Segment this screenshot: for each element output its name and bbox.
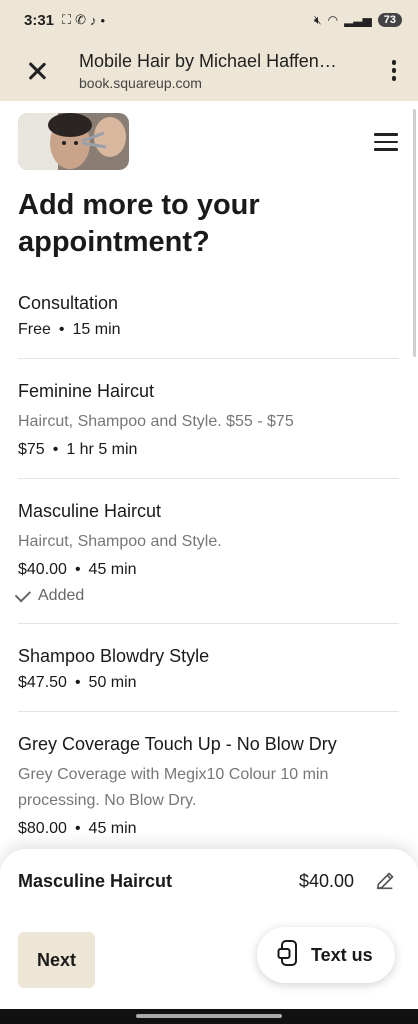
- text-us-button[interactable]: Text us: [257, 927, 395, 983]
- battery-icon: 73: [377, 13, 402, 27]
- service-name: Grey Coverage Touch Up - No Blow Dry: [18, 734, 337, 754]
- page-heading: Add more to your appointment?: [18, 189, 260, 258]
- service-description: Haircut, Shampoo and Style. $55 - $75: [18, 413, 294, 430]
- service-duration: 1 hr 5 min: [66, 441, 138, 458]
- service-meta: $75 • 1 hr 5 min: [18, 441, 138, 458]
- system-nav-bar: [0, 1009, 418, 1024]
- service-item-masculine-haircut[interactable]: Masculine Haircut Haircut, Shampoo and S…: [14, 499, 399, 624]
- close-icon[interactable]: [26, 60, 48, 82]
- text-us-label: Text us: [311, 944, 373, 965]
- more-menu-icon[interactable]: [384, 60, 404, 81]
- site-header: [0, 101, 418, 173]
- service-price: $47.50: [18, 674, 67, 691]
- business-logo[interactable]: [18, 112, 129, 170]
- service-duration: 45 min: [88, 820, 137, 837]
- service-price: Free: [18, 321, 51, 338]
- whatsapp-icon: ✆: [75, 12, 87, 27]
- screenshot-icon: ⛶: [62, 12, 72, 27]
- service-list: Consultation Free • 15 min Feminine Haircu…: [0, 291, 418, 858]
- next-button[interactable]: Next: [18, 932, 95, 988]
- page-title: Mobile Hair by Michael Haffen…: [79, 50, 337, 71]
- service-duration: 50 min: [88, 674, 137, 691]
- service-price: $75: [18, 441, 45, 458]
- service-name: Shampoo Blowdry Style: [18, 646, 210, 666]
- service-price: $80.00: [18, 820, 67, 837]
- service-duration: 45 min: [88, 561, 137, 578]
- selected-service-name: Masculine Haircut: [18, 870, 173, 891]
- service-item-shampoo-blowdry[interactable]: Shampoo Blowdry Style $47.50 • 50 min: [18, 644, 399, 712]
- signal-icon: ▂▃▅: [344, 13, 372, 27]
- added-indicator: Added: [14, 585, 399, 605]
- home-gesture-handle[interactable]: [136, 1014, 282, 1018]
- more-notifications-icon: •: [100, 12, 106, 28]
- url-bar: Mobile Hair by Michael Haffen… book.squa…: [0, 40, 418, 101]
- selection-sheet: Masculine Haircut $40.00 Next Text us: [0, 849, 418, 1009]
- url-info[interactable]: Mobile Hair by Michael Haffen… book.squa…: [79, 51, 384, 91]
- tiktok-icon: ♪: [90, 12, 97, 28]
- check-icon: [14, 585, 32, 603]
- chat-icon: [277, 939, 301, 972]
- browser-chrome: 3:31 ⛶ ✆ ♪ • 🔇︎ ◠ ▂▃▅ 73 Mobile Hair by …: [0, 0, 418, 101]
- edit-icon[interactable]: [374, 870, 396, 892]
- service-description: Grey Coverage with Megix10 Colour 10 min…: [18, 766, 329, 809]
- service-meta: $80.00 • 45 min: [18, 820, 137, 837]
- status-time: 3:31: [24, 11, 55, 29]
- mute-icon: 🔇︎: [314, 12, 322, 27]
- service-meta: $40.00 • 45 min: [18, 561, 137, 578]
- selected-service-price: $40.00: [298, 870, 354, 891]
- status-bar: 3:31 ⛶ ✆ ♪ • 🔇︎ ◠ ▂▃▅ 73: [0, 0, 418, 40]
- selected-service-row: Masculine Haircut $40.00: [0, 849, 418, 913]
- service-meta: Free • 15 min: [18, 321, 121, 338]
- service-name: Masculine Haircut: [18, 501, 162, 521]
- service-duration: 15 min: [72, 321, 121, 338]
- service-name: Feminine Haircut: [18, 381, 155, 401]
- service-item-consultation[interactable]: Consultation Free • 15 min: [18, 291, 399, 359]
- service-meta: $47.50 • 50 min: [18, 674, 137, 691]
- service-name: Consultation: [18, 293, 119, 313]
- service-item-feminine-haircut[interactable]: Feminine Haircut Haircut, Shampoo and St…: [18, 379, 399, 479]
- menu-icon[interactable]: [374, 133, 398, 151]
- page-host: book.squareup.com: [79, 74, 202, 91]
- wifi-icon: ◠: [327, 13, 339, 27]
- service-price: $40.00: [18, 561, 67, 578]
- scrollbar[interactable]: [413, 109, 416, 357]
- notification-icons: ⛶ ✆ ♪ •: [62, 12, 105, 28]
- status-right: 🔇︎ ◠ ▂▃▅ 73: [314, 13, 402, 28]
- service-description: Haircut, Shampoo and Style.: [18, 533, 222, 550]
- added-label: Added: [38, 587, 85, 604]
- service-item-grey-coverage[interactable]: Grey Coverage Touch Up - No Blow Dry Gre…: [18, 732, 399, 858]
